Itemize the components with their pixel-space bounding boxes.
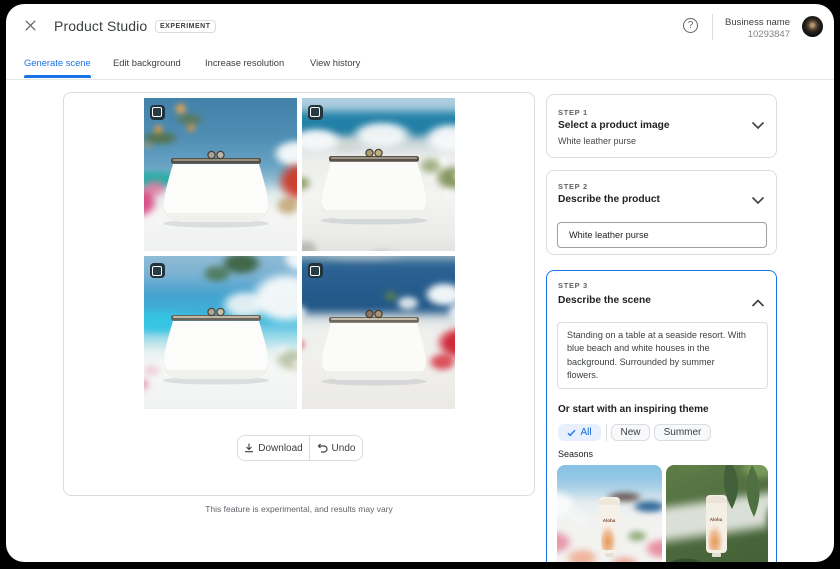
svg-text:Aloha: Aloha: [710, 517, 723, 522]
svg-text:Aloha: Aloha: [603, 518, 616, 523]
